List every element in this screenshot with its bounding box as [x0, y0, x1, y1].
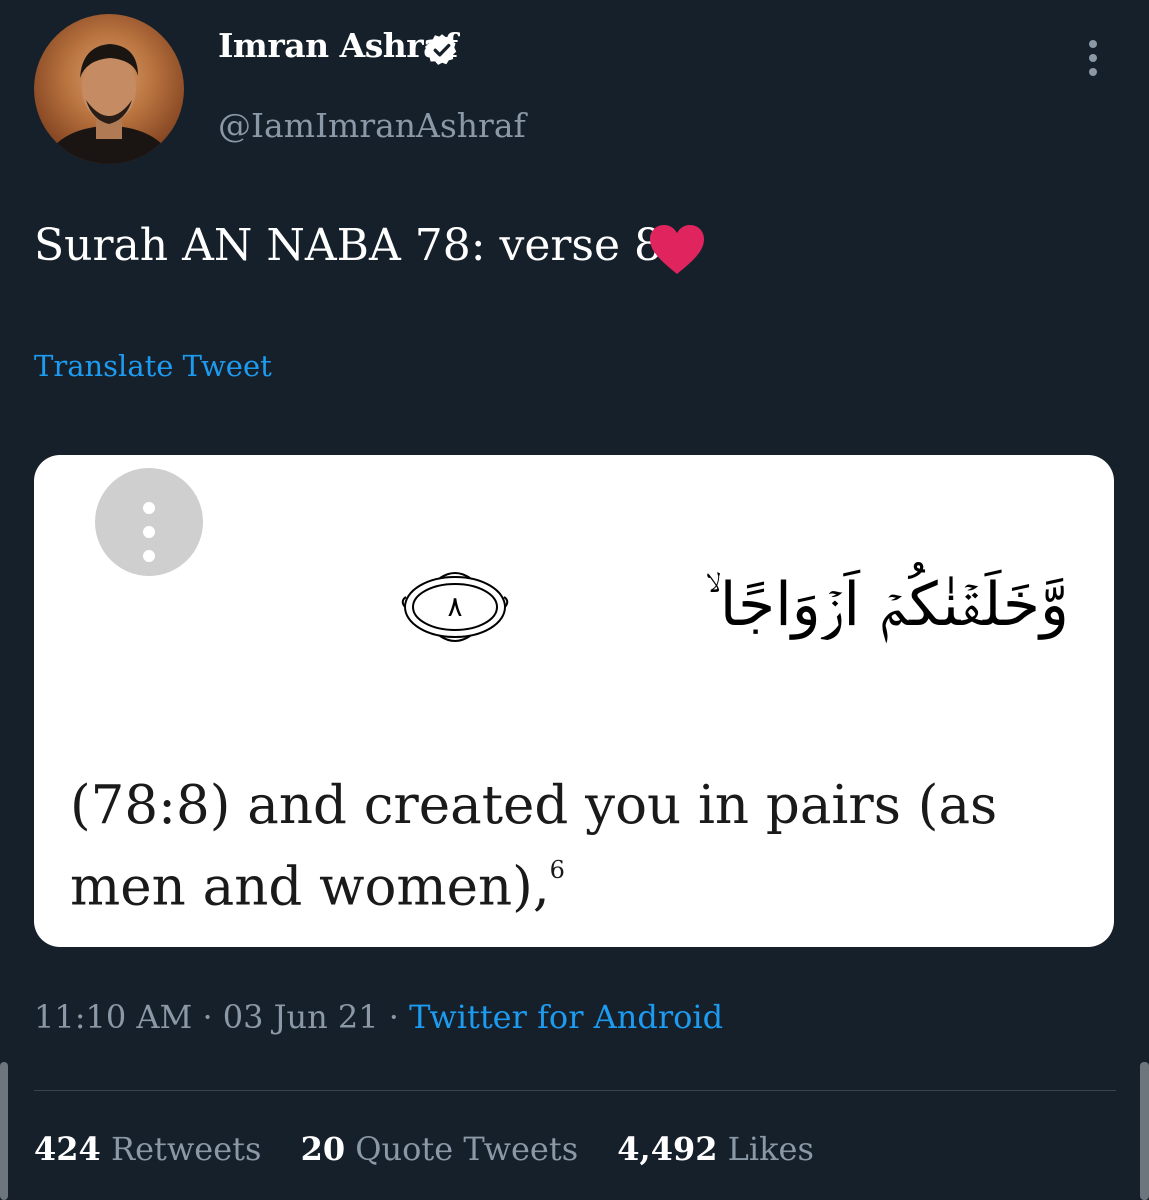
- verse-translation: (78:8) and created you in pairs (as men …: [70, 770, 1090, 924]
- tweet-meta: 11:10 AM · 03 Jun 21 · Twitter for Andro…: [34, 998, 723, 1036]
- footnote-marker: 6: [549, 856, 565, 884]
- verified-badge-icon: [425, 34, 457, 65]
- author-handle[interactable]: @IamImranAshraf: [218, 106, 526, 145]
- image-menu-button[interactable]: [95, 468, 203, 576]
- likes-label: Likes: [727, 1130, 814, 1168]
- tweet-date[interactable]: 03 Jun 21: [223, 998, 379, 1036]
- arabic-verse: وَّخَلَقۡنٰكُمۡ اَزۡوَاجًا ۙ: [704, 570, 1069, 640]
- verse-number-marker: ٨: [400, 565, 510, 649]
- heart-emoji-icon: [650, 225, 704, 274]
- divider: [34, 1090, 1116, 1091]
- translation-line-1: (78:8) and created you in pairs (as: [70, 775, 998, 836]
- quote-tweets-label: Quote Tweets: [355, 1130, 579, 1168]
- meta-separator: ·: [388, 998, 399, 1036]
- tweet-stats: 424 Retweets 20 Quote Tweets 4,492 Likes: [34, 1130, 843, 1168]
- more-vertical-icon[interactable]: [1075, 38, 1111, 78]
- retweets-count: 424: [34, 1130, 101, 1168]
- tweet-source-link[interactable]: Twitter for Android: [409, 998, 723, 1036]
- author-name[interactable]: Imran Ashraf: [218, 26, 458, 65]
- tweet-text: Surah AN NABA 78: verse 8: [34, 220, 663, 271]
- avatar-portrait: [47, 44, 171, 164]
- likes-count: 4,492: [617, 1130, 718, 1168]
- meta-separator: ·: [202, 998, 213, 1036]
- menu-dots-icon: [143, 502, 155, 562]
- translation-line-2: men and women),: [70, 856, 550, 918]
- quote-tweets-count: 20: [300, 1130, 346, 1168]
- scrollbar-right[interactable]: [1140, 1062, 1149, 1200]
- tweet-media-image[interactable]: ٨ وَّخَلَقۡنٰكُمۡ اَزۡوَاجًا ۙ (78:8) an…: [34, 455, 1114, 947]
- avatar[interactable]: [34, 14, 184, 164]
- translate-tweet-link[interactable]: Translate Tweet: [34, 349, 272, 383]
- tweet-time[interactable]: 11:10 AM: [34, 998, 192, 1036]
- quote-tweets-stat[interactable]: 20 Quote Tweets: [301, 1130, 579, 1168]
- verse-number: ٨: [447, 590, 463, 623]
- retweets-label: Retweets: [110, 1130, 262, 1168]
- likes-stat[interactable]: 4,492 Likes: [617, 1130, 814, 1168]
- retweets-stat[interactable]: 424 Retweets: [34, 1130, 261, 1168]
- scrollbar-left[interactable]: [0, 1062, 8, 1200]
